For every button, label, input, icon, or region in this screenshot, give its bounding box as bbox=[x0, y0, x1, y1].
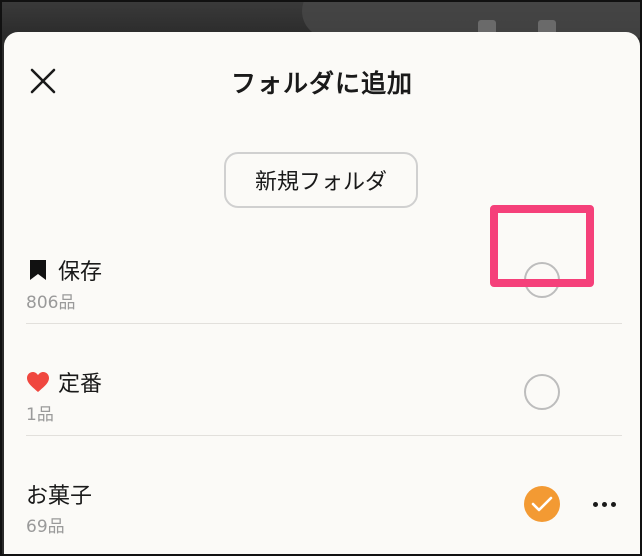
folder-title: 保存 bbox=[26, 254, 102, 286]
divider bbox=[26, 323, 622, 324]
bookmark-icon bbox=[26, 258, 50, 282]
more-icon bbox=[601, 501, 607, 507]
add-to-folder-sheet: フォルダに追加 新規フォルダ 保存 806品 定番 1品 お菓子 69品 bbox=[4, 32, 640, 554]
folder-count: 69品 bbox=[26, 517, 65, 537]
screen-frame: フォルダに追加 新規フォルダ 保存 806品 定番 1品 お菓子 69品 bbox=[0, 0, 642, 556]
highlight-annotation bbox=[490, 205, 594, 287]
folder-select-checkbox[interactable] bbox=[524, 374, 560, 410]
folder-row-snacks[interactable]: お菓子 69品 bbox=[26, 462, 622, 554]
heart-icon bbox=[26, 370, 50, 394]
folder-title: お菓子 bbox=[26, 478, 92, 510]
folder-count: 806品 bbox=[26, 293, 76, 313]
more-icon bbox=[592, 501, 598, 507]
new-folder-button[interactable]: 新規フォルダ bbox=[224, 152, 418, 208]
folder-name: 保存 bbox=[58, 260, 103, 285]
folder-title: 定番 bbox=[26, 366, 102, 398]
sheet-title: フォルダに追加 bbox=[230, 69, 413, 98]
more-icon bbox=[610, 501, 616, 507]
divider bbox=[26, 435, 622, 436]
folder-name: 定番 bbox=[58, 372, 103, 397]
folder-row-favorites[interactable]: 定番 1品 bbox=[26, 350, 622, 462]
folder-select-checkbox-checked[interactable] bbox=[524, 486, 560, 522]
sheet-header: フォルダに追加 bbox=[4, 32, 640, 128]
folder-count: 1品 bbox=[26, 405, 54, 425]
more-options-button[interactable] bbox=[586, 489, 622, 519]
folder-name: お菓子 bbox=[26, 484, 93, 509]
checkmark-icon bbox=[531, 496, 553, 512]
